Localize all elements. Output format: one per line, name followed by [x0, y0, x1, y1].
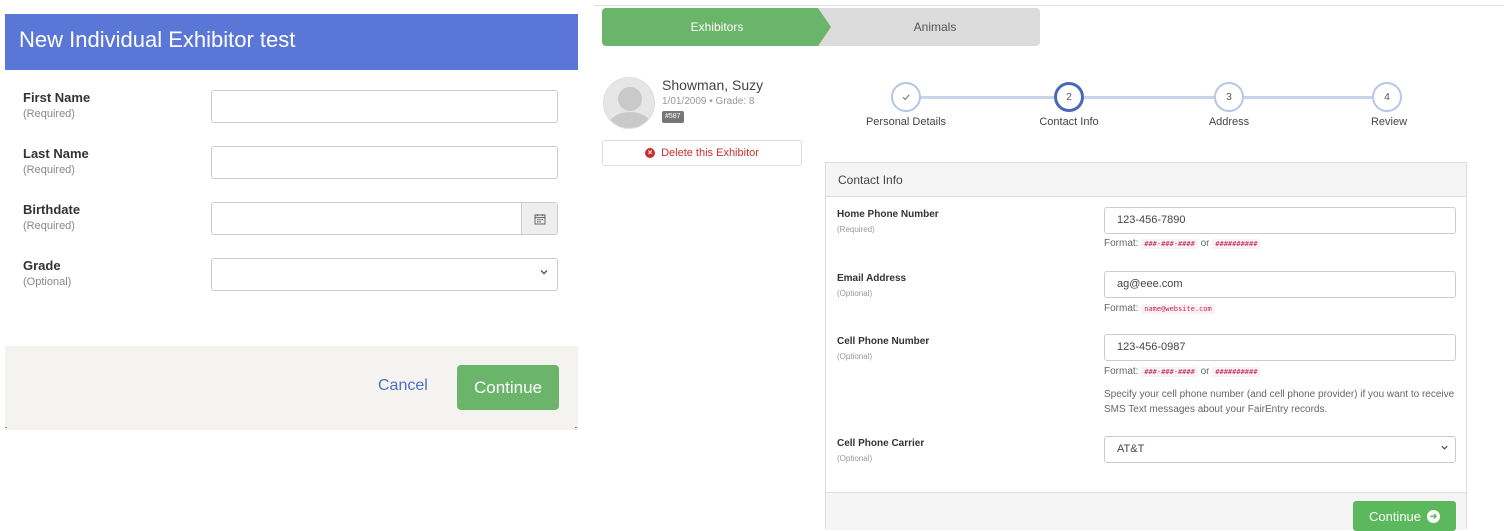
step-1-personal-details[interactable]	[891, 82, 921, 112]
grade-hint: (Optional)	[23, 276, 72, 288]
chevron-down-icon	[539, 267, 549, 280]
birthdate-input[interactable]	[211, 202, 558, 235]
grade-row: Grade (Optional)	[5, 258, 578, 298]
email-hint: (Optional)	[837, 289, 873, 298]
continue-button[interactable]: Continue ➜	[1353, 501, 1456, 531]
tab-exhibitors[interactable]: Exhibitors	[602, 8, 832, 46]
delete-exhibitor-button[interactable]: × Delete this Exhibitor	[602, 140, 802, 166]
home-phone-hint: (Required)	[837, 225, 875, 234]
continue-label: Continue	[1368, 508, 1422, 524]
cancel-button[interactable]: Cancel	[378, 377, 428, 395]
email-input[interactable]: ag@eee.com	[1104, 271, 1456, 298]
avatar	[603, 77, 655, 129]
tab-animals[interactable]: Animals	[818, 8, 1040, 46]
email-label: Email Address	[837, 273, 907, 284]
carrier-label: Cell Phone Carrier	[837, 438, 925, 449]
new-exhibitor-modal: New Individual Exhibitor test First Name…	[5, 14, 578, 430]
cell-phone-hint: (Optional)	[837, 352, 873, 361]
last-name-row: Last Name (Required)	[5, 146, 578, 186]
exhibitor-id-badge: #587	[662, 111, 684, 123]
chevron-down-icon	[1440, 443, 1449, 454]
email-format: Format: name@website.com	[1104, 303, 1215, 314]
first-name-input[interactable]	[211, 90, 558, 123]
step-2-contact-info[interactable]: 2	[1054, 82, 1084, 112]
step-label-address: Address	[1208, 116, 1250, 128]
cell-phone-label: Cell Phone Number	[837, 336, 930, 347]
home-phone-input[interactable]: 123-456-7890	[1104, 207, 1456, 234]
panel-footer: Continue ➜	[826, 492, 1466, 531]
times-circle-icon: ×	[645, 148, 656, 158]
step-label-personal-details: Personal Details	[865, 116, 947, 128]
birthdate-row: Birthdate (Required)	[5, 202, 578, 242]
last-name-label: Last Name	[23, 146, 89, 161]
step-3-address[interactable]: 3	[1214, 82, 1244, 112]
last-name-input[interactable]	[211, 146, 558, 179]
step-connector	[1244, 96, 1372, 99]
exhibitor-meta: 1/01/2009 • Grade: 8	[662, 96, 755, 107]
cell-phone-input[interactable]: 123-456-0987	[1104, 334, 1456, 361]
exhibitor-name: Showman, Suzy	[662, 77, 764, 93]
modal-edge	[5, 427, 7, 428]
modal-continue-button[interactable]: Continue	[457, 365, 559, 410]
carrier-select[interactable]: AT&T	[1104, 436, 1456, 463]
contact-info-panel: Contact Info Home Phone Number (Required…	[825, 162, 1467, 531]
grade-select[interactable]	[211, 258, 558, 291]
modal-edge	[575, 427, 577, 428]
delete-exhibitor-label: Delete this Exhibitor	[661, 147, 759, 159]
step-connector	[920, 96, 1054, 99]
first-name-row: First Name (Required)	[5, 90, 578, 130]
home-phone-label: Home Phone Number	[837, 209, 939, 220]
panel-top-border	[594, 5, 1504, 6]
step-label-review: Review	[1370, 116, 1408, 128]
birthdate-label: Birthdate	[23, 202, 81, 217]
sms-help-text: Specify your cell phone number (and cell…	[1104, 389, 1455, 415]
calendar-icon[interactable]	[521, 203, 557, 234]
step-connector	[1084, 96, 1214, 99]
carrier-value: AT&T	[1117, 443, 1145, 455]
carrier-hint: (Optional)	[837, 454, 873, 463]
grade-label: Grade	[23, 258, 61, 273]
panel-heading: Contact Info	[826, 163, 1466, 197]
birthdate-hint: (Required)	[23, 220, 75, 232]
home-phone-format: Format: ###-###-#### or ##########	[1104, 238, 1261, 249]
first-name-label: First Name	[23, 90, 91, 105]
check-icon	[902, 94, 910, 101]
last-name-hint: (Required)	[23, 164, 75, 176]
first-name-hint: (Required)	[23, 108, 75, 120]
modal-title: New Individual Exhibitor test	[5, 14, 578, 70]
step-label-contact-info: Contact Info	[1039, 116, 1099, 128]
step-4-review[interactable]: 4	[1372, 82, 1402, 112]
arrow-circle-right-icon: ➜	[1427, 509, 1441, 523]
cell-phone-format: Format: ###-###-#### or ##########	[1104, 366, 1261, 377]
